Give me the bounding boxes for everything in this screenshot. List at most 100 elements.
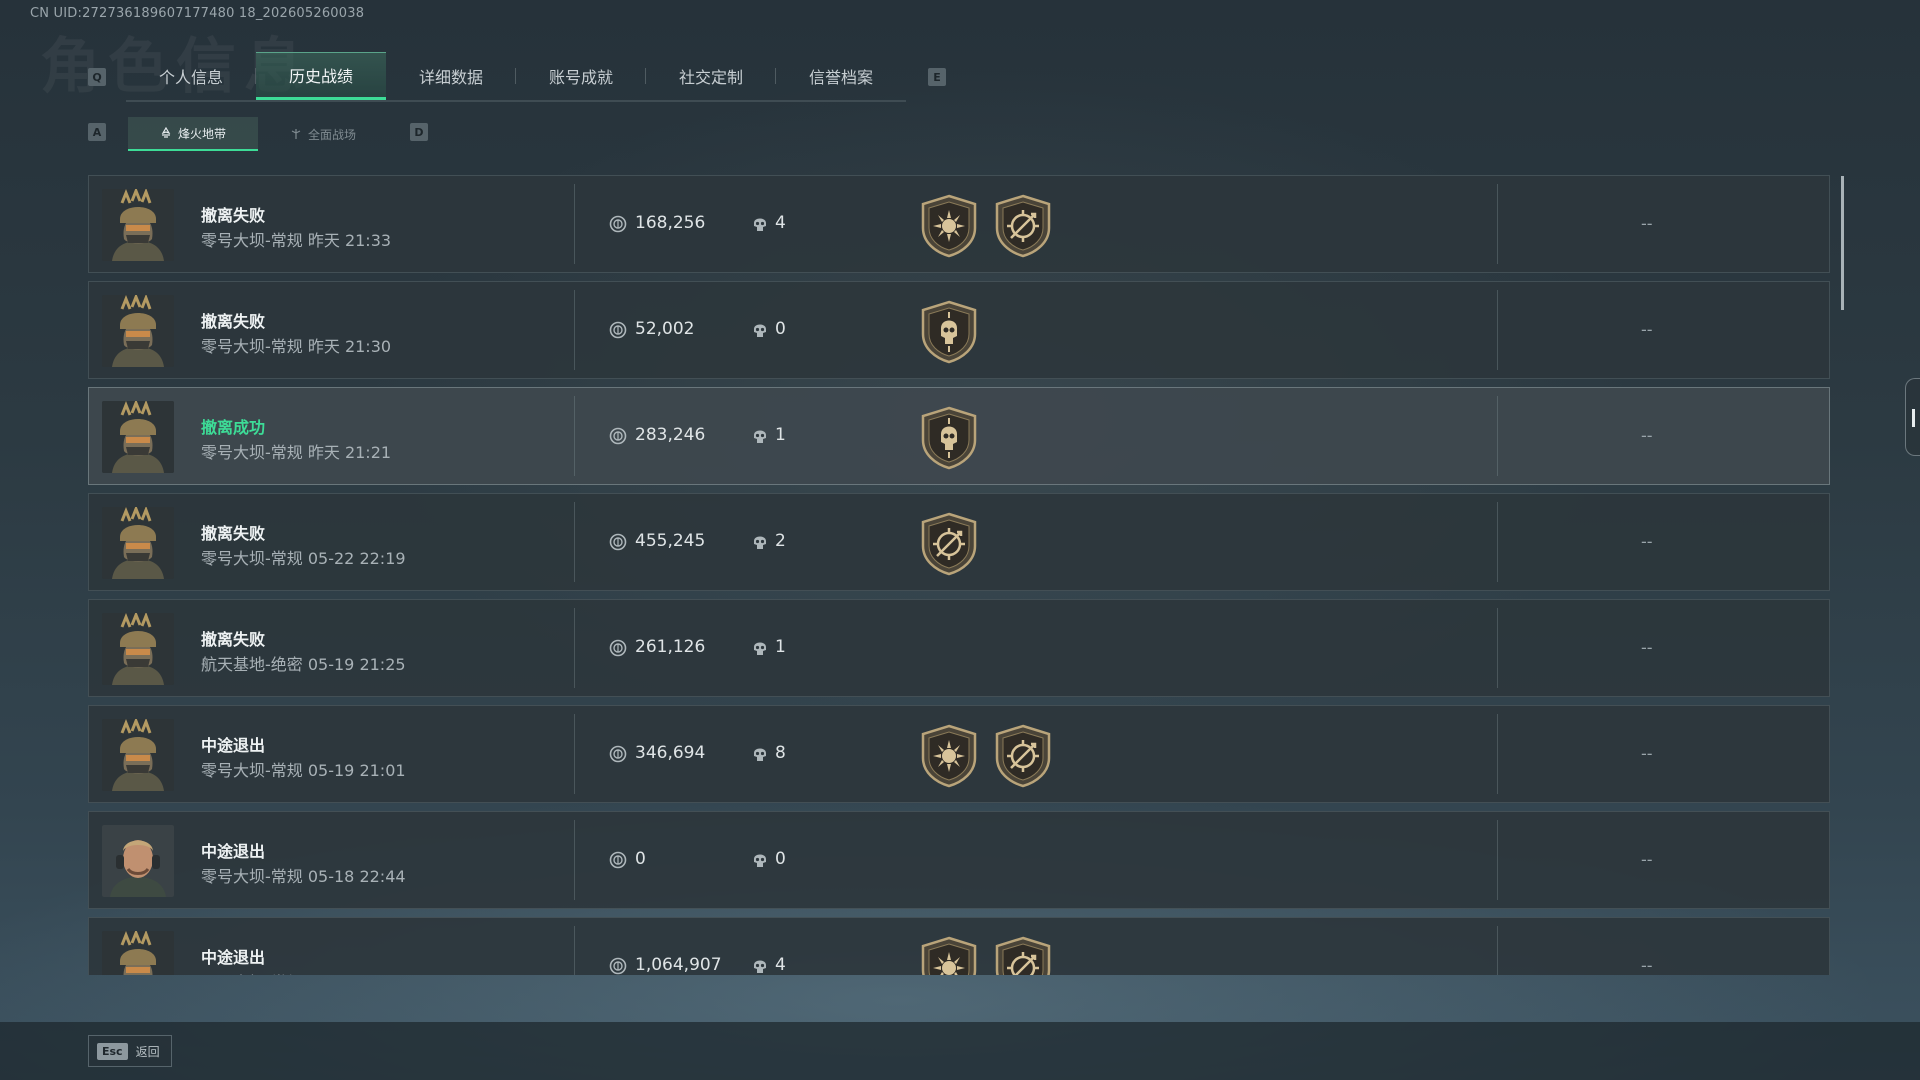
sun-badge-icon	[919, 724, 979, 788]
value-coin-icon	[609, 957, 627, 975]
extraction-status: 中途退出	[201, 736, 266, 755]
kill-skull-icon	[751, 321, 769, 339]
subtab-prev-key-hint[interactable]: A	[88, 123, 106, 141]
row-divider	[1497, 290, 1498, 370]
history-row[interactable]: 撤离失败零号大坝-常规 05-22 22:19 455,245 2 --	[88, 493, 1830, 591]
match-history-list: 撤离失败 零号大坝-常规 昨天 21:33 168,256 4 -- 撤离失败 零号大坝…	[88, 175, 1832, 975]
tab-1[interactable]: 个人信息	[126, 52, 256, 100]
row-divider	[574, 396, 575, 476]
row-divider	[574, 502, 575, 582]
tab-6[interactable]: 信誉档案	[776, 52, 906, 100]
extra-value: --	[1641, 426, 1653, 445]
tab-5[interactable]: 社交定制	[646, 52, 776, 100]
side-panel-handle[interactable]	[1905, 378, 1920, 456]
loot-value: 52,002	[635, 319, 695, 339]
extraction-status: 中途退出	[201, 948, 266, 967]
operator-avatar	[102, 613, 174, 685]
map-and-time: 零号大坝-常规 昨天 21:21	[201, 443, 392, 462]
row-divider	[1497, 820, 1498, 900]
map-and-time: 零号大坝-常规 昨天 21:33	[201, 231, 392, 250]
back-button[interactable]: Esc 返回	[88, 1035, 172, 1067]
extraction-status: 撤离失败	[201, 524, 266, 543]
row-divider	[1497, 926, 1498, 975]
skull-badge-icon	[919, 300, 979, 364]
kill-count: 1	[775, 637, 786, 657]
subtab-1[interactable]: 烽火地带	[128, 117, 258, 151]
loot-value: 1,064,907	[635, 955, 722, 975]
row-divider	[574, 926, 575, 975]
loot-value: 283,246	[635, 425, 706, 445]
kill-count: 4	[775, 213, 786, 233]
loot-value: 168,256	[635, 213, 706, 233]
history-row[interactable]: 撤离失败 零号大坝-常规 昨天 21:33 168,256 4 --	[88, 175, 1830, 273]
history-row[interactable]: 中途退出 零号大坝-常规 05-19 21:01 346,694 8 --	[88, 705, 1830, 803]
kill-count: 0	[775, 319, 786, 339]
extraction-status: 撤离失败	[201, 630, 266, 649]
operator-avatar	[102, 931, 174, 975]
sun-badge-icon	[919, 194, 979, 258]
map-and-time: 航天基地-绝密 05-19 21:25	[201, 655, 406, 674]
subtab-2[interactable]: 全面战场	[258, 117, 388, 151]
map-and-time: 零号大坝-常规 昨天 21:30	[201, 337, 392, 356]
history-row[interactable]: 中途退出 零号大坝-常规 05-18 22:44 0 0 --	[88, 811, 1830, 909]
value-coin-icon	[609, 215, 627, 233]
extra-value: --	[1641, 744, 1653, 763]
kill-skull-icon	[751, 639, 769, 657]
map-and-time: 零号大坝-常规 05-18 22:13	[201, 969, 406, 975]
row-divider	[1497, 396, 1498, 476]
row-divider	[1497, 714, 1498, 794]
list-scrollbar[interactable]	[1841, 176, 1844, 310]
extra-value: --	[1641, 638, 1653, 657]
esc-key-icon: Esc	[97, 1042, 128, 1060]
kill-count: 2	[775, 531, 786, 551]
row-divider	[1497, 184, 1498, 264]
tab-3[interactable]: 详细数据	[386, 52, 516, 100]
loot-value: 261,126	[635, 637, 706, 657]
row-divider	[574, 820, 575, 900]
row-divider	[574, 608, 575, 688]
tab-prev-key-hint[interactable]: Q	[88, 68, 106, 86]
row-divider	[574, 290, 575, 370]
value-coin-icon	[609, 745, 627, 763]
mode-subtabs: 烽火地带 全面战场	[128, 117, 388, 151]
fire-zone-icon	[160, 127, 172, 139]
row-divider	[574, 184, 575, 264]
kill-count: 1	[775, 425, 786, 445]
loot-value: 455,245	[635, 531, 706, 551]
tab-4[interactable]: 账号成就	[516, 52, 646, 100]
loot-value: 0	[635, 849, 646, 869]
value-coin-icon	[609, 851, 627, 869]
crosshair-badge-icon	[993, 194, 1053, 258]
operator-avatar	[102, 189, 174, 261]
tab-next-key-hint[interactable]: E	[928, 68, 946, 86]
kill-count: 4	[775, 955, 786, 975]
value-coin-icon	[609, 427, 627, 445]
kill-skull-icon	[751, 215, 769, 233]
crosshair-badge-icon	[919, 512, 979, 576]
kill-count: 8	[775, 743, 786, 763]
row-divider	[574, 714, 575, 794]
skull-badge-icon	[919, 406, 979, 470]
kill-skull-icon	[751, 745, 769, 763]
subtab-next-key-hint[interactable]: D	[410, 123, 428, 141]
history-row[interactable]: 撤离失败 零号大坝-常规 昨天 21:30 52,002 0 --	[88, 281, 1830, 379]
history-row[interactable]: 中途退出零号大坝-常规 05-18 22:13 1,064,907 4 --	[88, 917, 1830, 975]
extra-value: --	[1641, 532, 1653, 551]
extra-value: --	[1641, 320, 1653, 339]
map-and-time: 零号大坝-常规 05-22 22:19	[201, 549, 406, 568]
history-row[interactable]: 撤离失败航天基地-绝密 05-19 21:25 261,126 1 --	[88, 599, 1830, 697]
kill-count: 0	[775, 849, 786, 869]
extraction-status: 撤离成功	[201, 418, 266, 437]
extraction-status: 撤离失败	[201, 206, 266, 225]
tab-2[interactable]: 历史战绩	[256, 52, 386, 100]
kill-skull-icon	[751, 957, 769, 975]
value-coin-icon	[609, 533, 627, 551]
sun-badge-icon	[919, 936, 979, 975]
history-row[interactable]: 撤离成功零号大坝-常规 昨天 21:21 283,246 1 --	[88, 387, 1830, 485]
value-coin-icon	[609, 639, 627, 657]
operator-avatar	[102, 401, 174, 473]
operator-avatar-headset	[102, 825, 174, 897]
kill-skull-icon	[751, 533, 769, 551]
operator-avatar	[102, 507, 174, 579]
subtab-label: 烽火地带	[177, 126, 226, 141]
